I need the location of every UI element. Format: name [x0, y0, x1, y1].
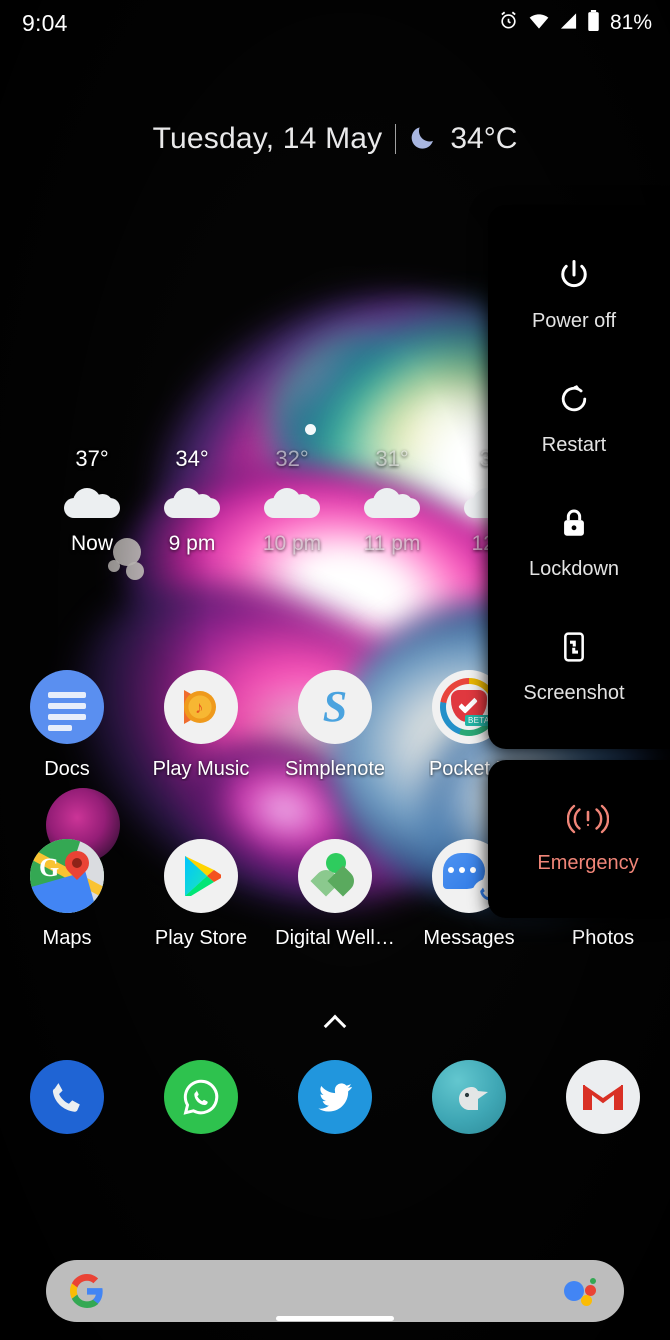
signal-icon [559, 12, 578, 35]
restart-button[interactable]: Restart [488, 378, 660, 457]
forecast-temp: 37° [75, 446, 109, 471]
simplenote-icon: S [298, 670, 372, 744]
chevron-up-icon [323, 1014, 347, 1038]
app-label: Maps [42, 927, 92, 949]
power-off-button[interactable]: Power off [488, 254, 660, 333]
app-play-music[interactable]: ♪ Play Music [134, 670, 268, 781]
app-label: Docs [44, 758, 90, 780]
date-label: Tuesday, 14 May [152, 122, 383, 155]
app-simplenote[interactable]: S Simplenote [268, 670, 402, 781]
forecast-hour: 32° 10 pm [242, 446, 342, 566]
status-bar-icons: 81% [498, 10, 652, 36]
app-play-store[interactable]: Play Store [134, 839, 268, 950]
cloud-icon [364, 488, 420, 518]
temperature-label: 34°C [450, 122, 518, 155]
date-weather-widget[interactable]: Tuesday, 14 May 34°C [0, 122, 670, 156]
forecast-temp: 32° [275, 446, 309, 471]
forecast-time: 10 pm [262, 532, 322, 555]
screenshot-button[interactable]: Screenshot [488, 626, 660, 705]
forecast-hour: 31° 11 pm [342, 446, 442, 566]
app-docs[interactable]: Docs [0, 670, 134, 781]
lockdown-button[interactable]: Lockdown [488, 502, 660, 581]
widget-divider [395, 124, 397, 154]
emergency-button[interactable]: Emergency [488, 760, 670, 918]
app-label: Digital Well… [275, 927, 395, 949]
restart-icon [553, 378, 595, 420]
status-bar: 9:04 81% [0, 0, 670, 46]
dock-app-gmail[interactable] [536, 1060, 670, 1134]
emergency-broadcast-icon [566, 804, 610, 839]
app-digital-wellbeing[interactable]: Digital Well… [268, 839, 402, 950]
forecast-time: Now [70, 532, 113, 555]
docs-icon [30, 670, 104, 744]
battery-percent-label: 81% [609, 11, 652, 34]
power-icon [553, 254, 595, 296]
forecast-temp: 34° [175, 446, 209, 471]
play-store-icon [164, 839, 238, 913]
battery-icon [587, 10, 600, 36]
power-menu: Power off Restart Lockdown Screenshot [488, 205, 670, 749]
dock-app-kiwi-browser[interactable] [402, 1060, 536, 1134]
app-drawer-handle[interactable] [0, 1014, 670, 1039]
dock-app-phone[interactable] [0, 1060, 134, 1134]
forecast-time: 11 pm [363, 532, 421, 555]
app-label: Messages [423, 927, 515, 949]
app-maps[interactable]: G Maps [0, 839, 134, 950]
forecast-hour: 37° Now [42, 446, 142, 566]
home-gesture-bar[interactable] [276, 1316, 394, 1321]
google-g-icon [70, 1274, 104, 1308]
maps-icon: G [30, 839, 104, 913]
play-music-icon: ♪ [164, 670, 238, 744]
alarm-icon [498, 10, 519, 36]
digital-wellbeing-icon [298, 839, 372, 913]
dock-app-twitter[interactable] [268, 1060, 402, 1134]
cloud-icon [264, 488, 320, 518]
dock-app-whatsapp[interactable] [134, 1060, 268, 1134]
power-off-label: Power off [531, 309, 617, 332]
emergency-label: Emergency [537, 851, 639, 874]
cloud-icon [64, 488, 120, 518]
wifi-icon [528, 12, 550, 35]
status-bar-clock: 9:04 [22, 9, 68, 36]
lockdown-label: Lockdown [528, 557, 620, 580]
kiwi-browser-icon [432, 1060, 506, 1134]
google-search-bar[interactable] [46, 1260, 624, 1322]
screenshot-icon [553, 626, 595, 668]
dock [0, 1060, 670, 1134]
app-label: Play Store [154, 927, 248, 949]
app-label: Simplenote [284, 758, 386, 780]
forecast-temp: 31° [375, 446, 409, 471]
app-label: Photos [571, 927, 635, 949]
screenshot-label: Screenshot [523, 681, 625, 704]
cloud-icon [164, 488, 220, 518]
lock-icon [553, 502, 595, 544]
forecast-hour: 34° 9 pm [142, 446, 242, 566]
forecast-time: 9 pm [168, 532, 216, 555]
moon-icon [409, 123, 437, 156]
google-assistant-icon[interactable] [564, 1276, 598, 1306]
restart-label: Restart [541, 433, 607, 456]
twitter-icon [298, 1060, 372, 1134]
whatsapp-icon [164, 1060, 238, 1134]
app-label: Play Music [152, 758, 250, 780]
gmail-icon [566, 1060, 640, 1134]
phone-icon [30, 1060, 104, 1134]
